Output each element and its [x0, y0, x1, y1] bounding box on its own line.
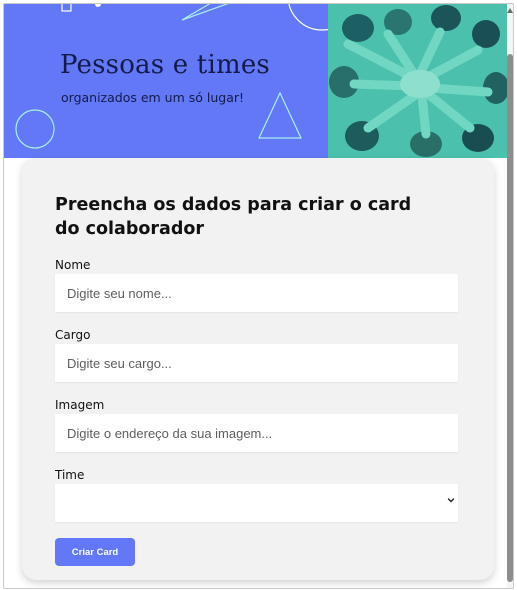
square-outline-shape: [61, 4, 72, 12]
decorative-shapes: [15, 4, 334, 149]
team-hands-photo: [328, 4, 507, 158]
circle-outline-shape: [15, 109, 55, 149]
create-card-button[interactable]: Criar Card: [55, 538, 135, 566]
vertical-scrollbar[interactable]: [507, 4, 513, 588]
role-label: Cargo: [55, 328, 91, 342]
form-heading: Preencha os dados para criar o card do c…: [55, 195, 412, 239]
triangle-outline-shape: [258, 91, 302, 139]
image-label: Imagem: [55, 398, 105, 412]
triangle-outline-shape: [181, 4, 229, 21]
banner-title: Pessoas e times: [60, 50, 270, 80]
name-input[interactable]: [55, 274, 458, 312]
scroll-up-arrow-icon[interactable]: [507, 8, 513, 13]
hero-banner: Pessoas e times organizados em um só lug…: [4, 4, 507, 158]
role-input[interactable]: [55, 344, 458, 382]
dot-shape: [95, 4, 101, 7]
name-label: Nome: [55, 258, 91, 272]
image-url-input[interactable]: [55, 414, 458, 452]
collaborator-form-card: Preencha os dados para criar o card do c…: [22, 158, 494, 580]
browser-viewport: Pessoas e times organizados em um só lug…: [3, 3, 514, 589]
team-select[interactable]: [55, 484, 458, 522]
chevron-down-icon: [447, 498, 455, 503]
banner-subtitle: organizados em um só lugar!: [61, 90, 245, 105]
scrollbar-thumb[interactable]: [507, 54, 513, 582]
team-label: Time: [55, 468, 85, 482]
